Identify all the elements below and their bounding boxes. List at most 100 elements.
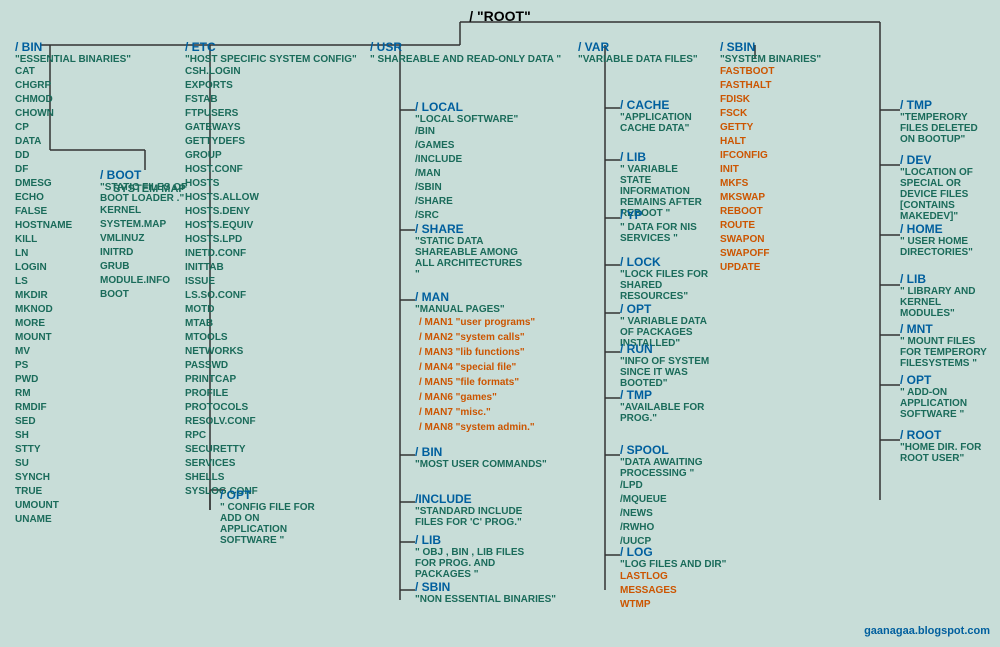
etc-file-item: INETD.CONF [185,247,357,261]
var-lib-name: / LIB [620,150,710,164]
page-container: / "ROOT" / BIN "ESSENTIAL BINARIES" CATC… [0,0,1000,647]
usr-local-subdir: /MAN [415,167,518,181]
etc-file-item: MTOOLS [185,331,357,345]
usr-local-subdir: /GAMES [415,139,518,153]
usr-share-desc: "STATIC DATA SHAREABLE AMONG ALL ARCHITE… [415,236,525,280]
usr-lib-name: / LIB [415,533,525,547]
usr-local-subdirs: /BIN/GAMES/INCLUDE/MAN/SBIN/SHARE/SRC [415,125,518,223]
usr-sbin-section: / SBIN "NON ESSENTIAL BINARIES" [415,580,556,605]
var-log-file: LASTLOG [620,570,726,584]
etc-file-item: PASSWD [185,359,357,373]
usr-local-subdir: /BIN [415,125,518,139]
usr-dir-desc: " SHAREABLE AND READ-ONLY DATA " [370,54,561,65]
root-dir-name: / ROOT [900,428,990,442]
usr-man-subdir: / MAN3 "lib functions" [419,345,535,360]
usr-bin-desc: "MOST USER COMMANDS" [415,459,547,470]
var-section: / VAR "VARIABLE DATA FILES" [578,40,698,65]
var-yp-name: / YP [620,208,710,222]
var-lock-desc: "LOCK FILES FOR SHARED RESOURCES" [620,269,710,302]
usr-lib-desc: " OBJ , BIN , LIB FILES FOR PROG. AND PA… [415,547,525,580]
bin-file-item: UNAME [15,513,131,527]
boot-file-item: SYSTEM.MAP [100,218,190,232]
usr-lib-section: / LIB " OBJ , BIN , LIB FILES FOR PROG. … [415,533,525,580]
etc-file-item: GETTYDEFS [185,135,357,149]
var-spool-subdir: /RWHO [620,521,710,535]
boot-file-item: KERNEL [100,204,190,218]
root-node: / "ROOT" [469,8,531,24]
watermark: gaanagaa.blogspot.com [864,625,990,637]
var-cache-section: / CACHE "APPLICATION CACHE DATA" [620,98,710,134]
var-run-desc: "INFO OF SYSTEM SINCE IT WAS BOOTED" [620,356,710,389]
bin-file-item: TRUE [15,485,131,499]
etc-file-item: FTPUSERS [185,107,357,121]
etc-file-item: HOSTS.ALLOW [185,191,357,205]
boot-file-item: INITRD [100,246,190,260]
sbin-file-item: HALT [720,135,821,149]
var-dir-desc: "VARIABLE DATA FILES" [578,54,698,65]
root-label: / "ROOT" [469,8,531,24]
usr-sbin-desc: "NON ESSENTIAL BINARIES" [415,594,556,605]
var-log-file: MESSAGES [620,584,726,598]
usr-man-subdir: / MAN5 "file formats" [419,375,535,390]
usr-man-subdir: / MAN8 "system admin." [419,420,535,435]
tmp-section: / TMP "TEMPERORY FILES DELETED ON BOOTUP… [900,98,990,145]
usr-man-desc: "MANUAL PAGES" [415,304,535,315]
etc-file-item: EXPORTS [185,79,357,93]
usr-man-subdir: / MAN4 "special file" [419,360,535,375]
sbin-file-item: INIT [720,163,821,177]
opt-dir-name: / OPT [900,373,990,387]
usr-bin-section: / BIN "MOST USER COMMANDS" [415,445,547,470]
var-log-section: / LOG "LOG FILES AND DIR" LASTLOGMESSAGE… [620,545,726,612]
sbin-file-item: SWAPON [720,233,821,247]
bin-file-item: DD [15,149,131,163]
sbin-file-item: IFCONFIG [720,149,821,163]
home-dir-name: / HOME [900,222,990,236]
var-cache-name: / CACHE [620,98,710,112]
sbin-file-item: FSCK [720,107,821,121]
dev-dir-name: / DEV [900,153,990,167]
usr-local-section: / LOCAL "LOCAL SOFTWARE" /BIN/GAMES/INCL… [415,100,518,223]
var-spool-desc: "DATA AWAITING PROCESSING " [620,457,710,479]
opt-dir-desc: " ADD-ON APPLICATION SOFTWARE " [900,387,990,420]
etc-file-item: INITTAB [185,261,357,275]
etc-file-item: ISSUE [185,275,357,289]
sbin-file-item: UPDATE [720,261,821,275]
var-yp-desc: " DATA FOR NIS SERVICES " [620,222,710,244]
var-lock-section: / LOCK "LOCK FILES FOR SHARED RESOURCES" [620,255,710,302]
etc-files: CSH.LOGINEXPORTSFSTABFTPUSERSGATEWAYSGET… [185,65,357,499]
etc-file-item: LS.SO.CONF [185,289,357,303]
boot-file-item: BOOT [100,288,190,302]
usr-local-name: / LOCAL [415,100,518,114]
sbin-file-item: FDISK [720,93,821,107]
lib-section: / LIB " LIBRARY AND KERNEL MODULES" [900,272,990,319]
usr-section: / USR " SHAREABLE AND READ-ONLY DATA " [370,40,561,65]
usr-man-subdirs: / MAN1 "user programs"/ MAN2 "system cal… [415,315,535,435]
home-section: / HOME " USER HOME DIRECTORIES" [900,222,990,258]
tmp-dir-desc: "TEMPERORY FILES DELETED ON BOOTUP" [900,112,990,145]
usr-local-subdir: /SBIN [415,181,518,195]
bin-file-item: RMDIF [15,401,131,415]
bin-file-item: SH [15,429,131,443]
var-spool-subdir: /MQUEUE [620,493,710,507]
var-dir-name: / VAR [578,40,698,54]
etc-file-item: GROUP [185,149,357,163]
etc-file-item: RPC [185,429,357,443]
var-log-desc: "LOG FILES AND DIR" [620,559,726,570]
var-run-name: / RUN [620,342,710,356]
etc-file-item: FSTAB [185,93,357,107]
tmp-dir-name: / TMP [900,98,990,112]
boot-file-item: VMLINUZ [100,232,190,246]
var-tmp-name: / TMP [620,388,710,402]
bin-file-item: DATA [15,135,131,149]
opt-section: / OPT " ADD-ON APPLICATION SOFTWARE " [900,373,990,420]
etc-opt-desc: " CONFIG FILE FOR ADD ON APPLICATION SOF… [220,502,320,546]
bin-file-item: CAT [15,65,131,79]
sysmap-label: SYSTEM MAP [113,183,186,195]
usr-dir-name: / USR [370,40,561,54]
usr-man-subdir: / MAN7 "misc." [419,405,535,420]
var-run-section: / RUN "INFO OF SYSTEM SINCE IT WAS BOOTE… [620,342,710,389]
usr-bin-name: / BIN [415,445,547,459]
var-spool-subdir: /LPD [620,479,710,493]
bin-file-item: CP [15,121,131,135]
bin-file-item: MORE [15,317,131,331]
